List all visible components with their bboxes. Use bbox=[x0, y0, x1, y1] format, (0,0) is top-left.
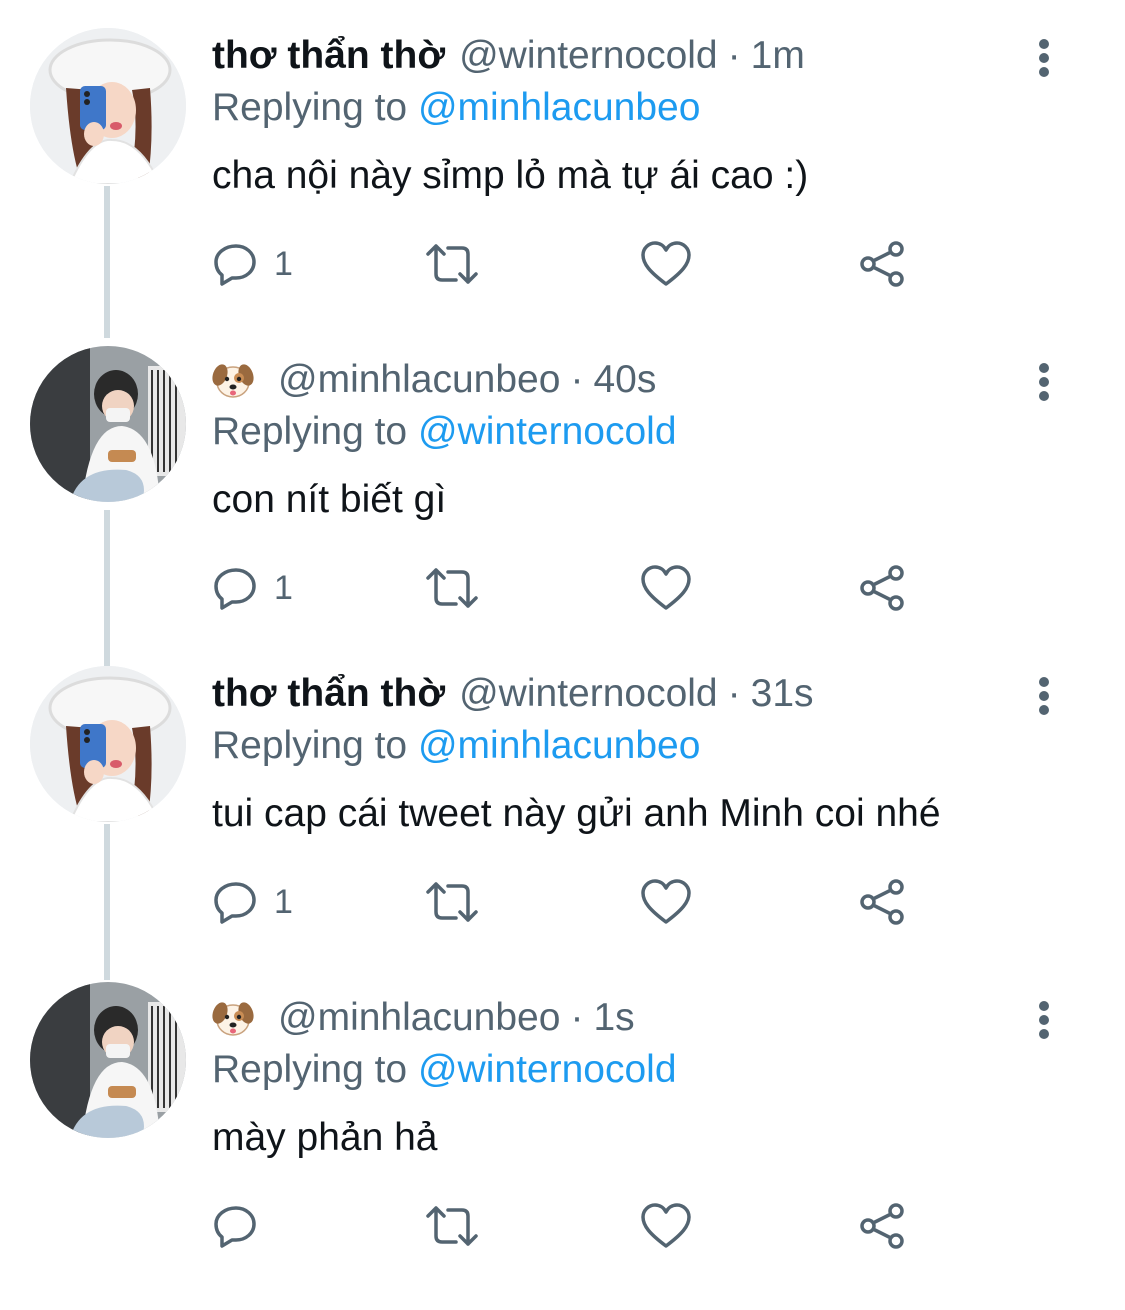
replying-to-link[interactable]: @winternocold bbox=[418, 410, 677, 453]
display-name[interactable]: thơ thẩn thờ bbox=[212, 666, 445, 722]
separator-dot: · bbox=[570, 996, 584, 1039]
replying-to-line: Replying to @minhlacunbeo bbox=[212, 718, 700, 774]
share-icon bbox=[860, 879, 904, 925]
separator-dot: · bbox=[570, 358, 584, 401]
replying-to-link[interactable]: @minhlacunbeo bbox=[418, 86, 700, 129]
like-button[interactable] bbox=[640, 1198, 692, 1254]
tweet[interactable]: thơ thẩn thờ @winternocold · 31s Replyin… bbox=[0, 666, 1125, 986]
share-button[interactable] bbox=[858, 1198, 908, 1254]
timestamp[interactable]: 31s bbox=[751, 666, 814, 722]
replying-to-line: Replying to @minhlacunbeo bbox=[212, 80, 700, 136]
reply-count: 1 bbox=[274, 568, 293, 607]
timestamp[interactable]: 1m bbox=[751, 28, 805, 84]
retweet-icon bbox=[426, 568, 478, 608]
reply-button[interactable]: 1 bbox=[212, 236, 293, 292]
replying-to-label: Replying to bbox=[212, 410, 408, 453]
more-options-icon[interactable] bbox=[1030, 360, 1058, 404]
user-handle[interactable]: @winternocold bbox=[459, 28, 718, 84]
heart-icon bbox=[641, 241, 691, 286]
timestamp[interactable]: 40s bbox=[593, 352, 656, 408]
avatar[interactable] bbox=[30, 28, 186, 184]
avatar[interactable] bbox=[30, 666, 186, 822]
user-handle[interactable]: @minhlacunbeo bbox=[278, 990, 560, 1046]
retweet-icon bbox=[426, 244, 478, 284]
more-options-icon[interactable] bbox=[1030, 674, 1058, 718]
dog-face-icon bbox=[212, 364, 254, 398]
user-handle[interactable]: @minhlacunbeo bbox=[278, 352, 560, 408]
share-icon bbox=[860, 241, 904, 287]
tweet[interactable]: @minhlacunbeo · 40s Replying to @wintern… bbox=[0, 346, 1125, 672]
avatar[interactable] bbox=[30, 346, 186, 502]
display-name[interactable] bbox=[212, 360, 254, 400]
tweet-header: @minhlacunbeo · 1s bbox=[212, 990, 635, 1046]
share-button[interactable] bbox=[858, 560, 908, 616]
tweet-text: cha nội này sỉmp lỏ mà tự ái cao :) bbox=[212, 154, 809, 197]
reply-count: 1 bbox=[274, 244, 293, 283]
reply-button[interactable] bbox=[212, 1198, 274, 1254]
share-icon bbox=[860, 1203, 904, 1249]
share-button[interactable] bbox=[858, 874, 908, 930]
more-options-icon[interactable] bbox=[1030, 998, 1058, 1042]
separator-dot: · bbox=[727, 34, 741, 77]
retweet-button[interactable] bbox=[424, 874, 480, 930]
tweet-header: thơ thẩn thờ @winternocold · 31s bbox=[212, 666, 814, 722]
share-icon bbox=[860, 565, 904, 611]
retweet-button[interactable] bbox=[424, 560, 480, 616]
retweet-button[interactable] bbox=[424, 1198, 480, 1254]
display-name[interactable] bbox=[212, 998, 254, 1038]
replying-to-label: Replying to bbox=[212, 1048, 408, 1091]
reply-icon bbox=[214, 1206, 256, 1248]
like-button[interactable] bbox=[640, 560, 692, 616]
timestamp[interactable]: 1s bbox=[593, 990, 634, 1046]
avatar[interactable] bbox=[30, 982, 186, 1138]
replying-to-label: Replying to bbox=[212, 724, 408, 767]
replying-to-link[interactable]: @winternocold bbox=[418, 1048, 677, 1091]
like-button[interactable] bbox=[640, 236, 692, 292]
retweet-icon bbox=[426, 1206, 478, 1246]
tweet[interactable]: thơ thẩn thờ @winternocold · 1m Replying… bbox=[0, 28, 1125, 348]
tweet-text: con nít biết gì bbox=[212, 478, 447, 521]
replying-to-label: Replying to bbox=[212, 86, 408, 129]
tweet-header: thơ thẩn thờ @winternocold · 1m bbox=[212, 28, 805, 84]
separator-dot: · bbox=[727, 672, 741, 715]
dog-face-icon bbox=[212, 1002, 254, 1036]
boy-avatar-image bbox=[30, 982, 186, 1138]
more-options-icon[interactable] bbox=[1030, 36, 1058, 80]
heart-icon bbox=[641, 565, 691, 610]
tweet-actions bbox=[212, 1198, 932, 1254]
replying-to-line: Replying to @winternocold bbox=[212, 1042, 677, 1098]
reply-icon bbox=[214, 882, 256, 924]
boy-avatar-image bbox=[30, 346, 186, 502]
share-button[interactable] bbox=[858, 236, 908, 292]
replying-to-link[interactable]: @minhlacunbeo bbox=[418, 724, 700, 767]
tweet[interactable]: @minhlacunbeo · 1s Replying to @winterno… bbox=[0, 982, 1125, 1310]
like-button[interactable] bbox=[640, 874, 692, 930]
tweet-text: tui cap cái tweet này gửi anh Minh coi n… bbox=[212, 792, 941, 835]
retweet-icon bbox=[426, 882, 478, 922]
user-handle[interactable]: @winternocold bbox=[459, 666, 718, 722]
tweet-actions: 1 bbox=[212, 236, 932, 292]
reply-button[interactable]: 1 bbox=[212, 874, 293, 930]
reply-icon bbox=[214, 244, 256, 286]
tweet-actions: 1 bbox=[212, 874, 932, 930]
reply-count: 1 bbox=[274, 882, 293, 921]
display-name[interactable]: thơ thẩn thờ bbox=[212, 28, 445, 84]
tweet-header: @minhlacunbeo · 40s bbox=[212, 352, 656, 408]
girl-avatar-image bbox=[30, 28, 186, 184]
reply-button[interactable]: 1 bbox=[212, 560, 293, 616]
reply-icon bbox=[214, 568, 256, 610]
girl-avatar-image bbox=[30, 666, 186, 822]
heart-icon bbox=[641, 1203, 691, 1248]
tweet-actions: 1 bbox=[212, 560, 932, 616]
retweet-button[interactable] bbox=[424, 236, 480, 292]
heart-icon bbox=[641, 879, 691, 924]
replying-to-line: Replying to @winternocold bbox=[212, 404, 677, 460]
tweet-text: mày phản hả bbox=[212, 1116, 438, 1159]
